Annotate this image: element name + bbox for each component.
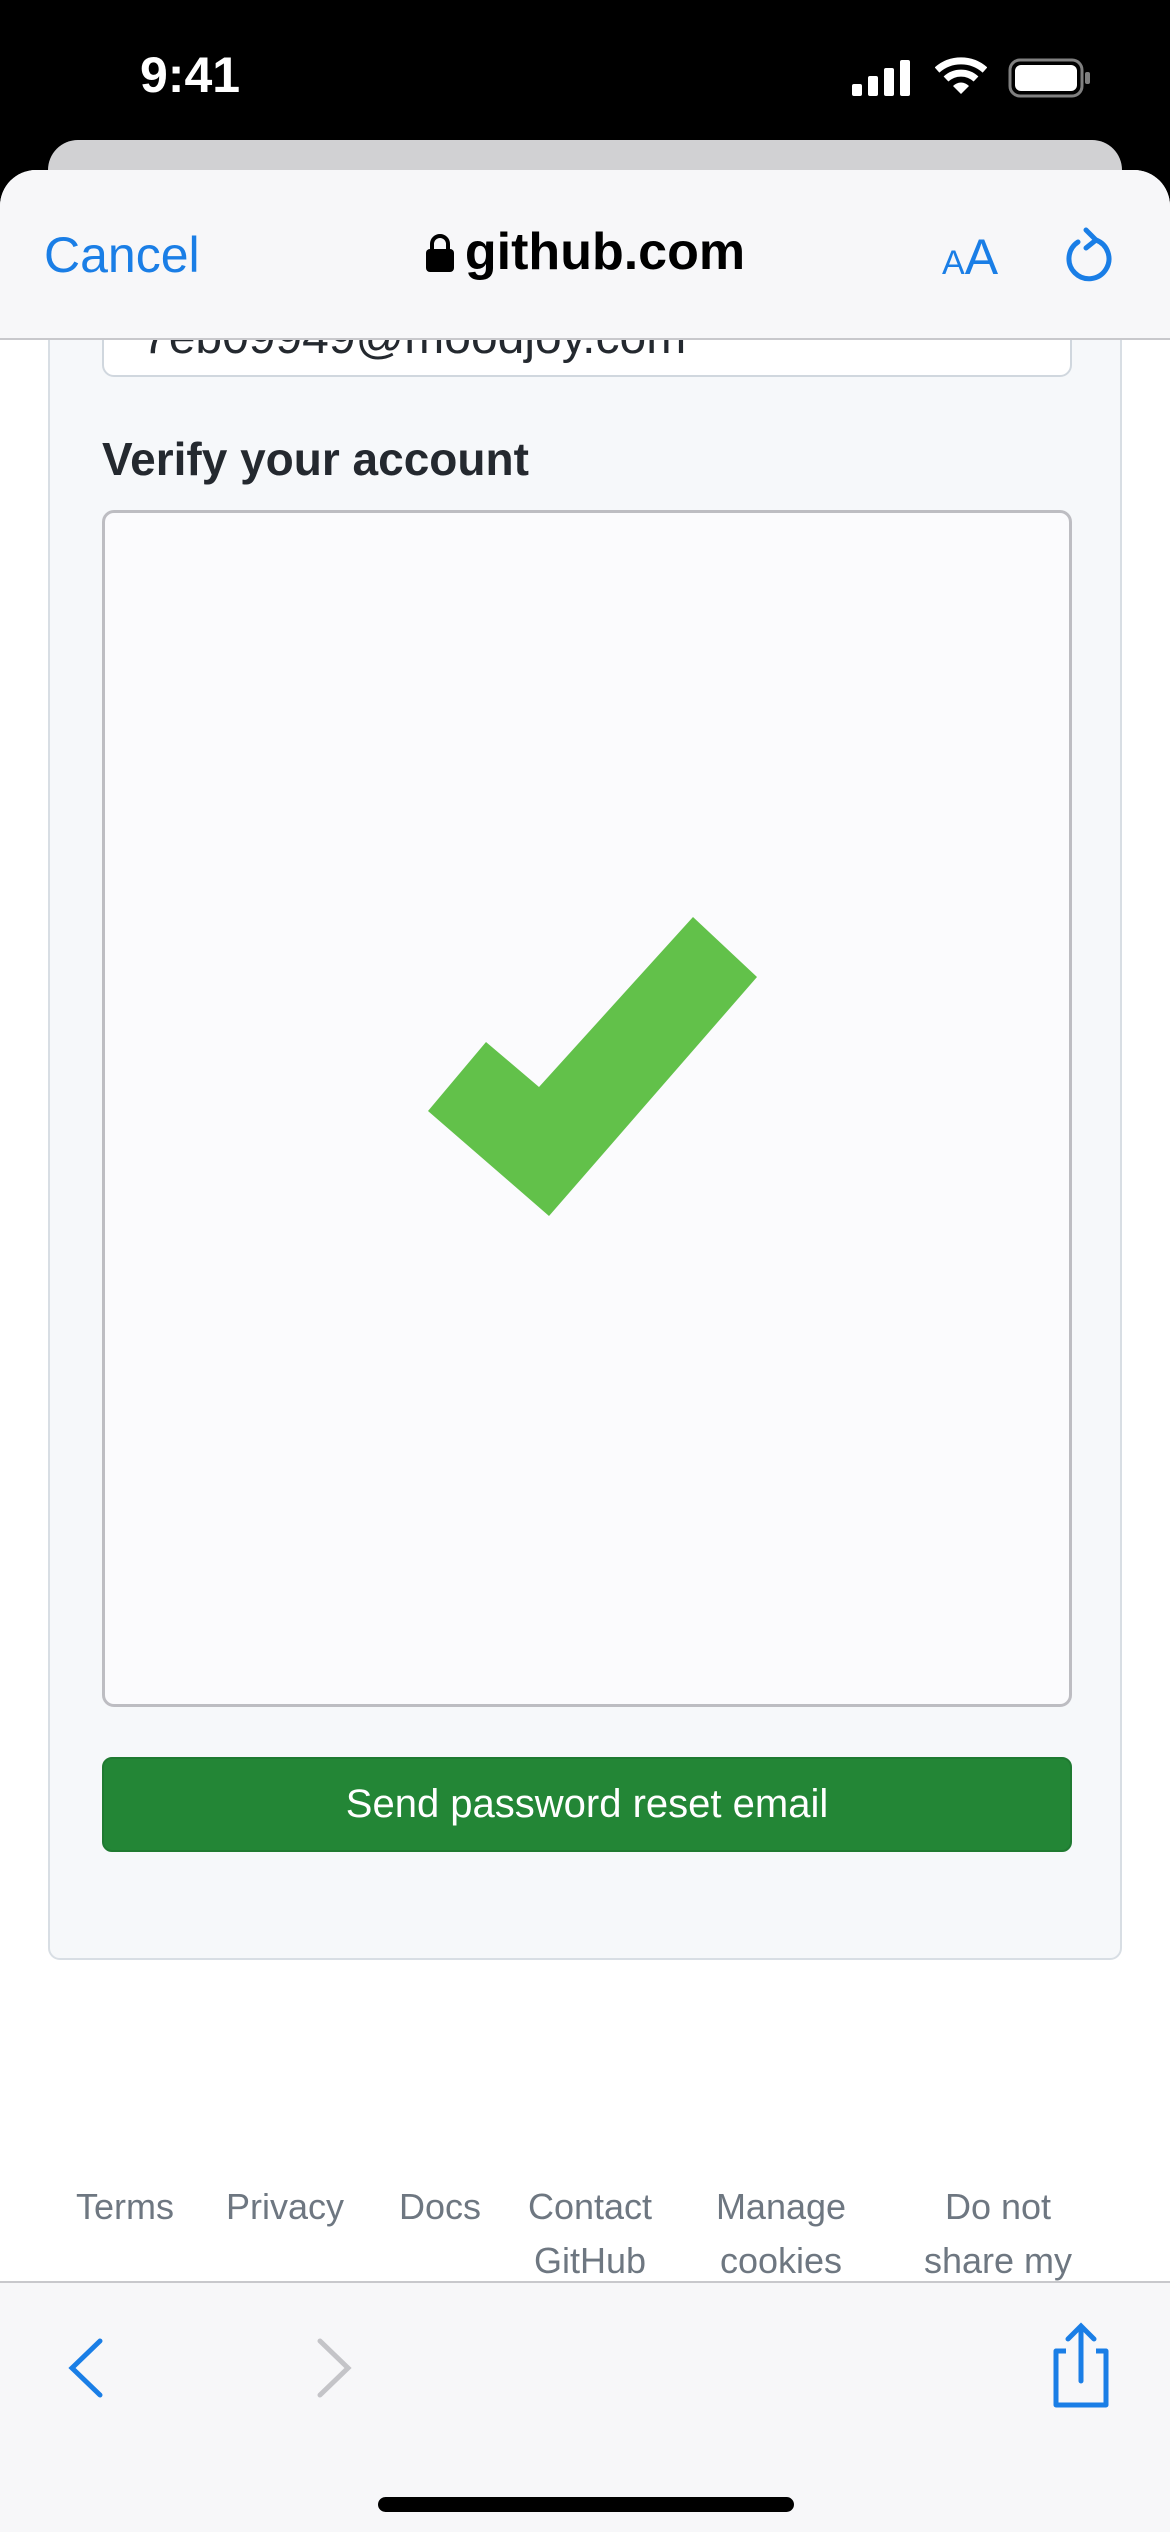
battery-icon	[1008, 58, 1090, 98]
domain-label: github.com	[464, 223, 746, 281]
footer-link-contact[interactable]: Contact GitHub	[520, 2180, 660, 2288]
home-indicator	[378, 2497, 794, 2512]
footer-link-cookies[interactable]: Manage cookies	[700, 2180, 862, 2288]
wifi-icon	[935, 57, 987, 94]
footer-link-docs[interactable]: Docs	[380, 2180, 500, 2234]
checkmark-icon	[428, 917, 757, 1216]
send-reset-email-button[interactable]: Send password reset email	[102, 1757, 1072, 1852]
browser-toolbar	[0, 2281, 1170, 2532]
forward-icon[interactable]	[310, 2333, 360, 2403]
captcha-frame[interactable]	[102, 510, 1072, 1707]
footer-link-do-not-share[interactable]: Do not share my	[900, 2180, 1096, 2288]
browser-navbar: Cancel github.com AA	[0, 170, 1170, 340]
text-size-button[interactable]: AA	[942, 228, 998, 286]
footer-link-privacy[interactable]: Privacy	[215, 2180, 355, 2234]
reset-form-card: 7eb09949@moodjoy.com Verify your account…	[48, 170, 1122, 1960]
verify-heading: Verify your account	[102, 433, 529, 485]
reload-icon[interactable]	[1060, 226, 1120, 290]
back-icon[interactable]	[60, 2333, 110, 2403]
footer-link-terms[interactable]: Terms	[60, 2180, 190, 2234]
cellular-signal-icon	[852, 60, 910, 96]
web-page: Cancel github.com AA 7eb09949@moodjoy.co…	[0, 170, 1170, 2532]
lock-icon	[425, 234, 454, 272]
status-time: 9:41	[140, 47, 241, 103]
share-icon[interactable]	[1046, 2321, 1116, 2411]
